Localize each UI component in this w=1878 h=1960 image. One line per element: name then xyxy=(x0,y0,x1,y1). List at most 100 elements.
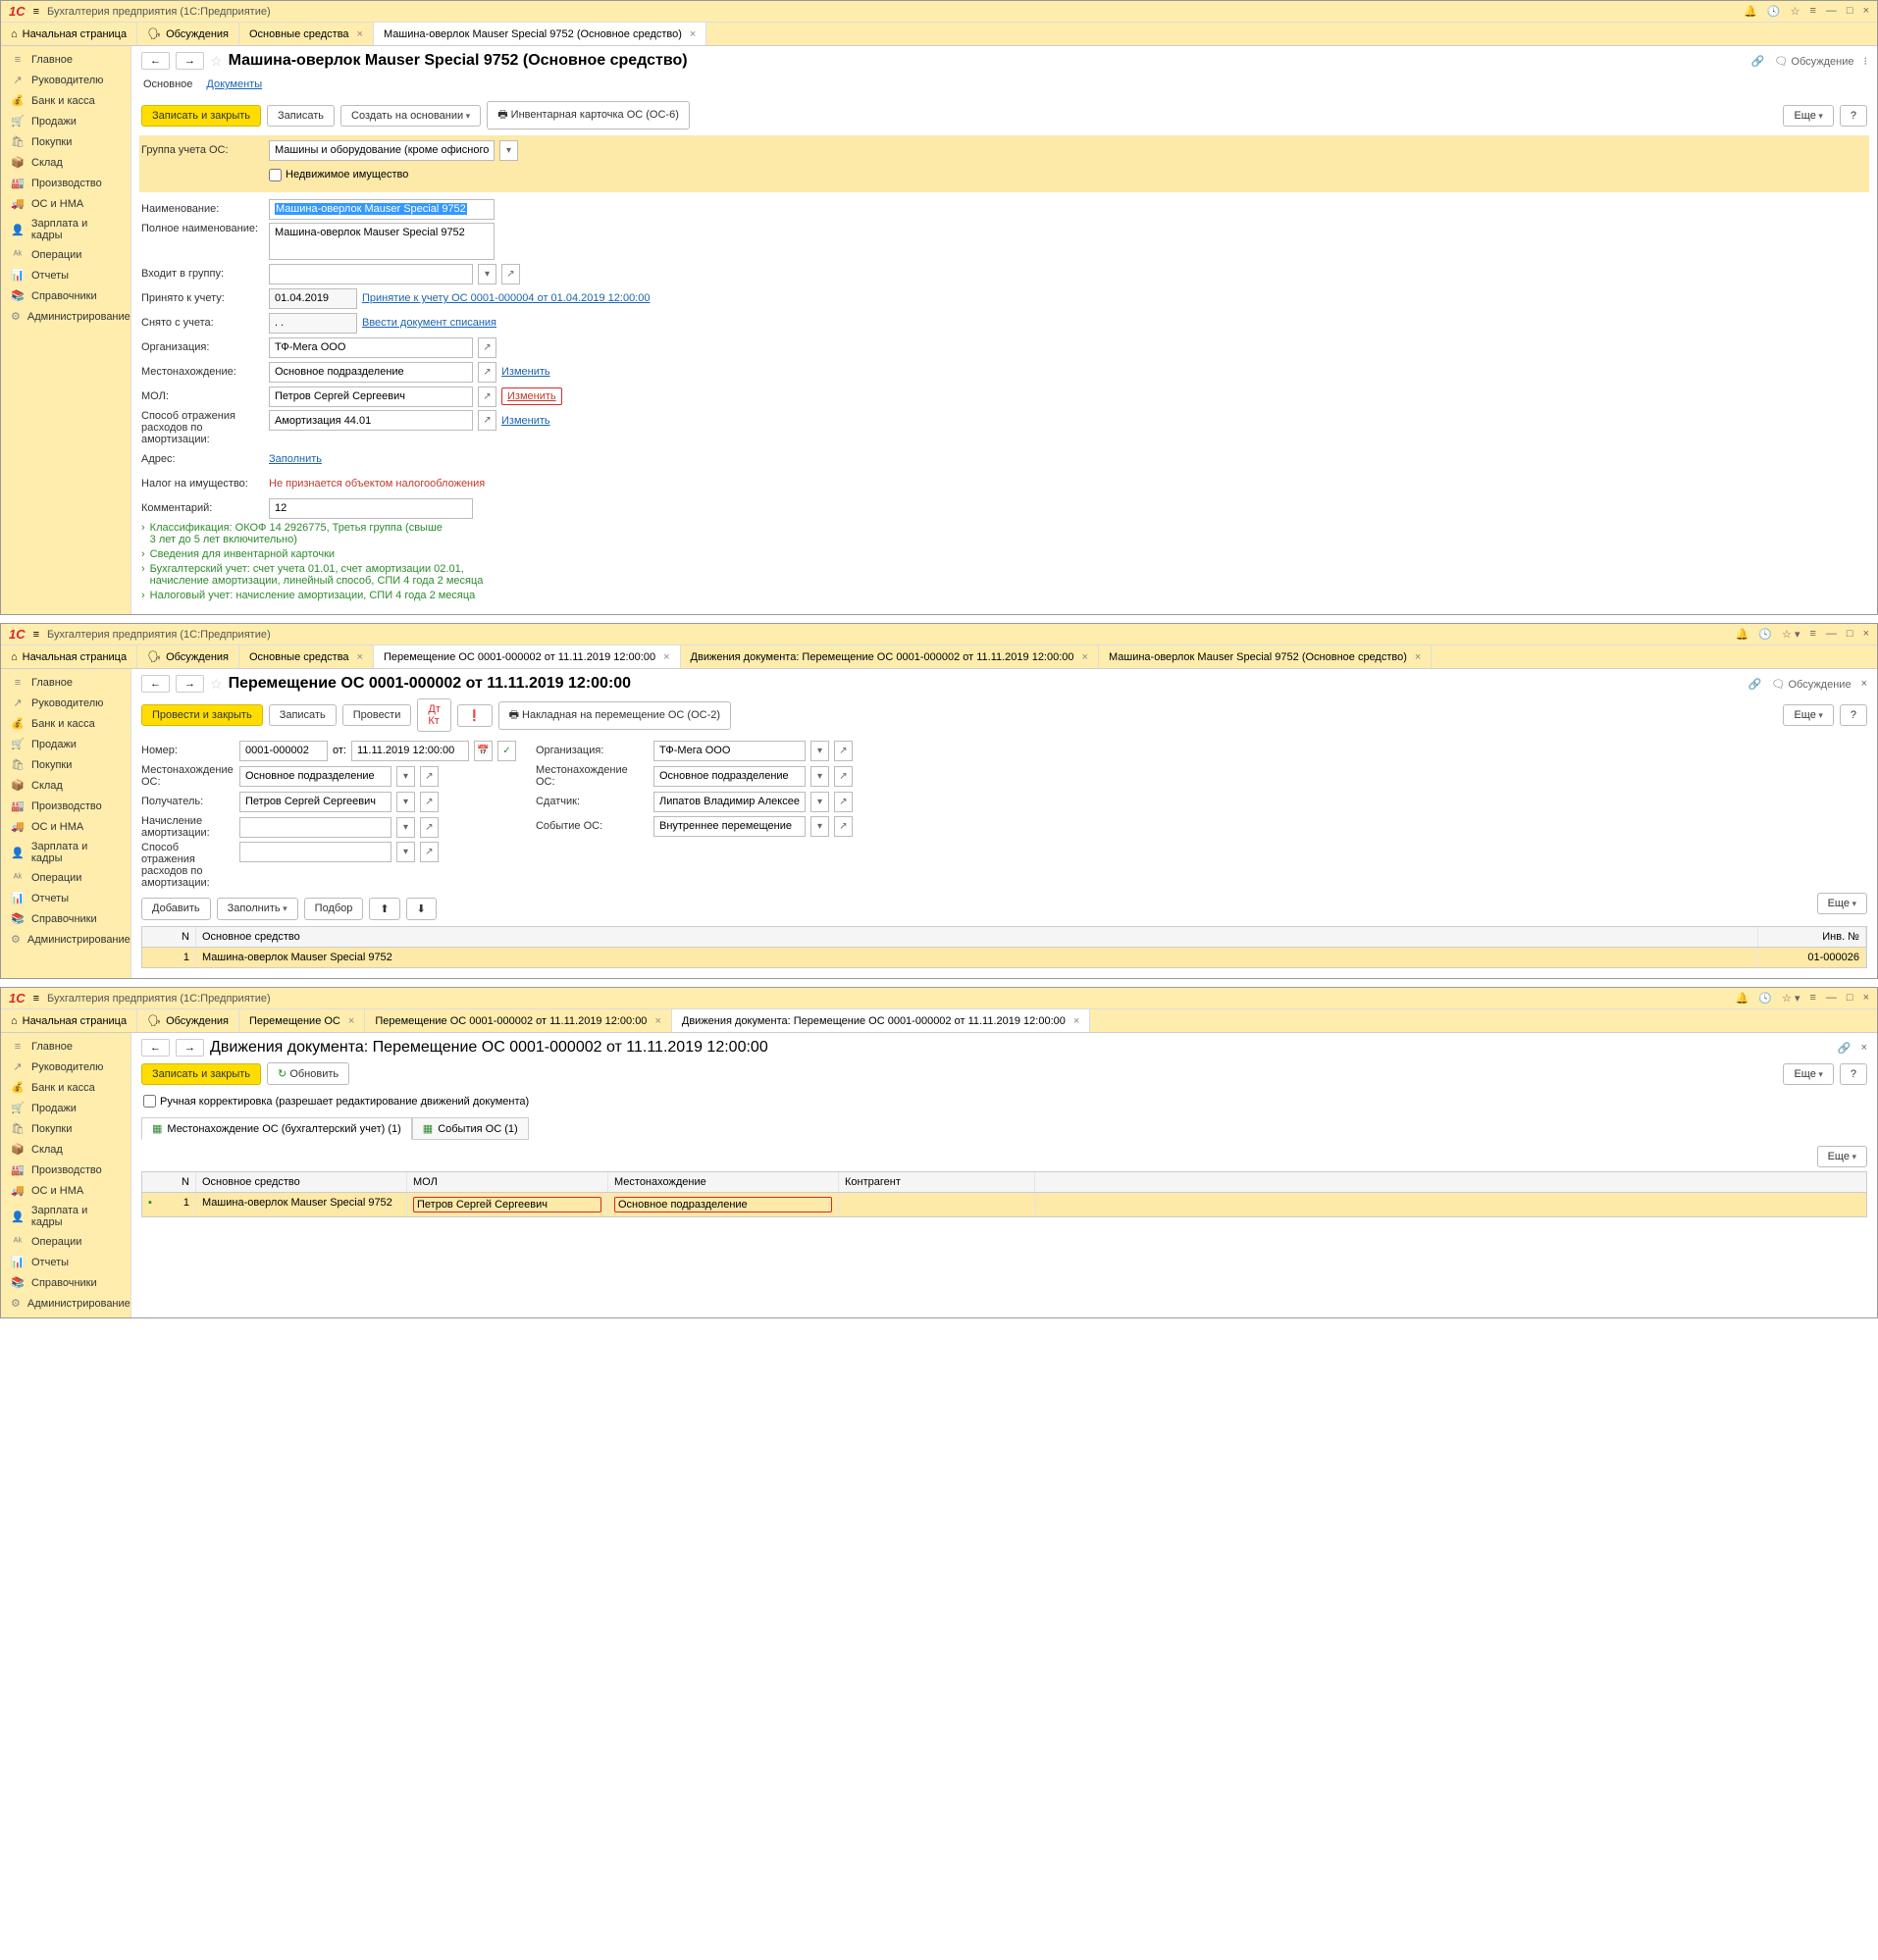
open-icon[interactable]: ↗ xyxy=(478,387,496,407)
nav-admin[interactable]: ⚙Администрирование xyxy=(1,306,130,327)
discuss-button[interactable]: 🗨 Обсуждение xyxy=(1771,678,1851,691)
close-tab-icon[interactable]: × xyxy=(348,1015,354,1027)
recv-field[interactable] xyxy=(239,792,391,812)
col-ka[interactable]: Контрагент xyxy=(839,1172,1035,1192)
help-button[interactable]: ? xyxy=(1840,105,1867,127)
open-icon[interactable]: ↗ xyxy=(834,741,853,761)
nav-main[interactable]: ≡Главное xyxy=(1,50,130,70)
col-os[interactable]: Основное средство xyxy=(196,927,1758,947)
tab-movements-active[interactable]: Движения документа: Перемещение ОС 0001-… xyxy=(672,1009,1090,1032)
dropdown-icon[interactable]: ▾ xyxy=(396,792,415,812)
open-icon[interactable]: ↗ xyxy=(478,337,496,358)
loc-field[interactable] xyxy=(269,362,473,383)
nav-purch[interactable]: 🛍Покупки xyxy=(1,754,130,775)
nav-main[interactable]: ≡Главное xyxy=(1,1037,130,1057)
history-icon[interactable]: 🕓 xyxy=(1758,992,1772,1005)
burger-icon[interactable]: ≡ xyxy=(33,993,39,1005)
org-field[interactable] xyxy=(653,741,806,761)
close-tab-icon[interactable]: × xyxy=(357,28,363,40)
down-button[interactable]: ⬇ xyxy=(406,898,437,920)
open-icon[interactable]: ↗ xyxy=(478,410,496,431)
manual-check[interactable]: Ручная корректировка (разрешает редактир… xyxy=(143,1095,529,1108)
fav-icon[interactable]: ☆ xyxy=(210,53,223,70)
write-button[interactable]: Записать xyxy=(267,105,335,127)
dropdown-icon[interactable]: ▾ xyxy=(396,817,415,838)
dropdown-icon[interactable]: ▾ xyxy=(810,816,829,837)
nav-ops[interactable]: ᴬᵏОперации xyxy=(1,245,130,265)
nav-purch[interactable]: 🛍Покупки xyxy=(1,131,130,152)
more-button[interactable]: Еще xyxy=(1783,1063,1833,1085)
fullname-field[interactable]: Машина-оверлок Mauser Special 9752 xyxy=(269,223,495,260)
dropdown-icon[interactable]: ▾ xyxy=(396,766,415,787)
nav-ops[interactable]: ᴬᵏОперации xyxy=(1,868,130,888)
warn-button[interactable]: ❗ xyxy=(457,704,493,727)
dropdown-icon[interactable]: ▾ xyxy=(810,741,829,761)
history-icon[interactable]: 🕓 xyxy=(1767,5,1781,18)
grid-row[interactable]: ▪1 Машина-оверлок Mauser Special 9752 Пе… xyxy=(142,1193,1866,1216)
exp-class[interactable]: ›Классификация: ОКОФ 14 2926775, Третья … xyxy=(141,522,1867,545)
bell-icon[interactable]: 🔔 xyxy=(1744,5,1757,18)
star-icon[interactable]: ☆ xyxy=(1791,5,1800,18)
nav-sales[interactable]: 🛒Продажи xyxy=(1,1098,130,1118)
nav-ops[interactable]: ᴬᵏОперации xyxy=(1,1232,130,1252)
tab-os[interactable]: Основные средства× xyxy=(239,23,374,45)
tab-home[interactable]: ⌂Начальная страница xyxy=(1,645,137,668)
off-link[interactable]: Ввести документ списания xyxy=(362,317,496,329)
ingroup-field[interactable] xyxy=(269,264,473,284)
exp-inv[interactable]: ›Сведения для инвентарной карточки xyxy=(141,548,1867,560)
tab-discussions[interactable]: 🗣Обсуждения xyxy=(137,645,239,668)
nav-reports[interactable]: 📊Отчеты xyxy=(1,1252,130,1272)
maximize-icon[interactable]: □ xyxy=(1847,992,1853,1005)
open-icon[interactable]: ↗ xyxy=(420,817,439,838)
tab-os[interactable]: Основные средства× xyxy=(239,645,374,668)
burger-icon[interactable]: ≡ xyxy=(33,629,39,641)
nav-refs[interactable]: 📚Справочники xyxy=(1,908,130,929)
date-field[interactable] xyxy=(351,741,469,761)
grid-more-button[interactable]: Еще xyxy=(1817,893,1867,914)
nav-os[interactable]: 🚚ОС и НМА xyxy=(1,816,130,837)
am-field[interactable] xyxy=(239,817,391,838)
nav-prod[interactable]: 🏭Производство xyxy=(1,173,130,193)
nav-manager[interactable]: ↗Руководителю xyxy=(1,693,130,713)
mol-field[interactable] xyxy=(269,387,473,407)
way-field[interactable] xyxy=(239,842,391,862)
write-button[interactable]: Записать xyxy=(269,704,337,726)
real-estate-check[interactable]: Недвижимое имущество xyxy=(269,169,408,181)
col-os[interactable]: Основное средство xyxy=(196,1172,407,1192)
help-button[interactable]: ? xyxy=(1840,1063,1867,1085)
close-icon[interactable]: × xyxy=(1863,992,1869,1005)
grid-row[interactable]: 1 Машина-оверлок Mauser Special 9752 01-… xyxy=(142,948,1866,967)
open-icon[interactable]: ↗ xyxy=(501,264,520,284)
close-icon[interactable]: × xyxy=(1863,628,1869,641)
close-tab-icon[interactable]: × xyxy=(690,28,696,40)
history-icon[interactable]: 🕓 xyxy=(1758,628,1772,641)
comment-field[interactable] xyxy=(269,498,473,519)
close-page-icon[interactable]: × xyxy=(1861,1042,1867,1054)
discuss-button[interactable]: 🗨 Обсуждение xyxy=(1774,55,1853,68)
help-button[interactable]: ? xyxy=(1840,704,1867,726)
send-field[interactable] xyxy=(653,792,806,812)
star-icon[interactable]: ☆ ▾ xyxy=(1782,628,1800,641)
nav-sales[interactable]: 🛒Продажи xyxy=(1,111,130,131)
dropdown-icon[interactable]: ▾ xyxy=(478,264,496,284)
menu-icon[interactable]: ⁝ xyxy=(1864,55,1868,68)
tab-home[interactable]: ⌂Начальная страница xyxy=(1,23,137,45)
nav-stock[interactable]: 📦Склад xyxy=(1,152,130,173)
minimize-icon[interactable]: — xyxy=(1826,992,1837,1005)
menu-icon[interactable]: ≡ xyxy=(1809,992,1815,1005)
close-page-icon[interactable]: × xyxy=(1861,678,1867,690)
nav-os[interactable]: 🚚ОС и НМА xyxy=(1,1180,130,1201)
back-button[interactable]: ← xyxy=(141,1039,170,1057)
tab-discussions[interactable]: 🗣Обсуждения xyxy=(137,1009,239,1032)
nak-button[interactable]: 🖶 Накладная на перемещение ОС (ОС-2) xyxy=(498,701,731,730)
fwd-button[interactable]: → xyxy=(176,675,204,693)
accept-link[interactable]: Принятие к учету ОС 0001-000004 от 01.04… xyxy=(362,292,650,304)
link-icon[interactable]: 🔗 xyxy=(1748,678,1762,691)
open-icon[interactable]: ↗ xyxy=(478,362,496,383)
locos-field[interactable] xyxy=(239,766,391,787)
subtab-docs[interactable]: Документы xyxy=(206,76,262,93)
fill-button[interactable]: Заполнить xyxy=(217,898,298,920)
nav-bank[interactable]: 💰Банк и касса xyxy=(1,1077,130,1098)
add-button[interactable]: Добавить xyxy=(141,898,211,920)
nav-admin[interactable]: ⚙Администрирование xyxy=(1,1293,130,1314)
